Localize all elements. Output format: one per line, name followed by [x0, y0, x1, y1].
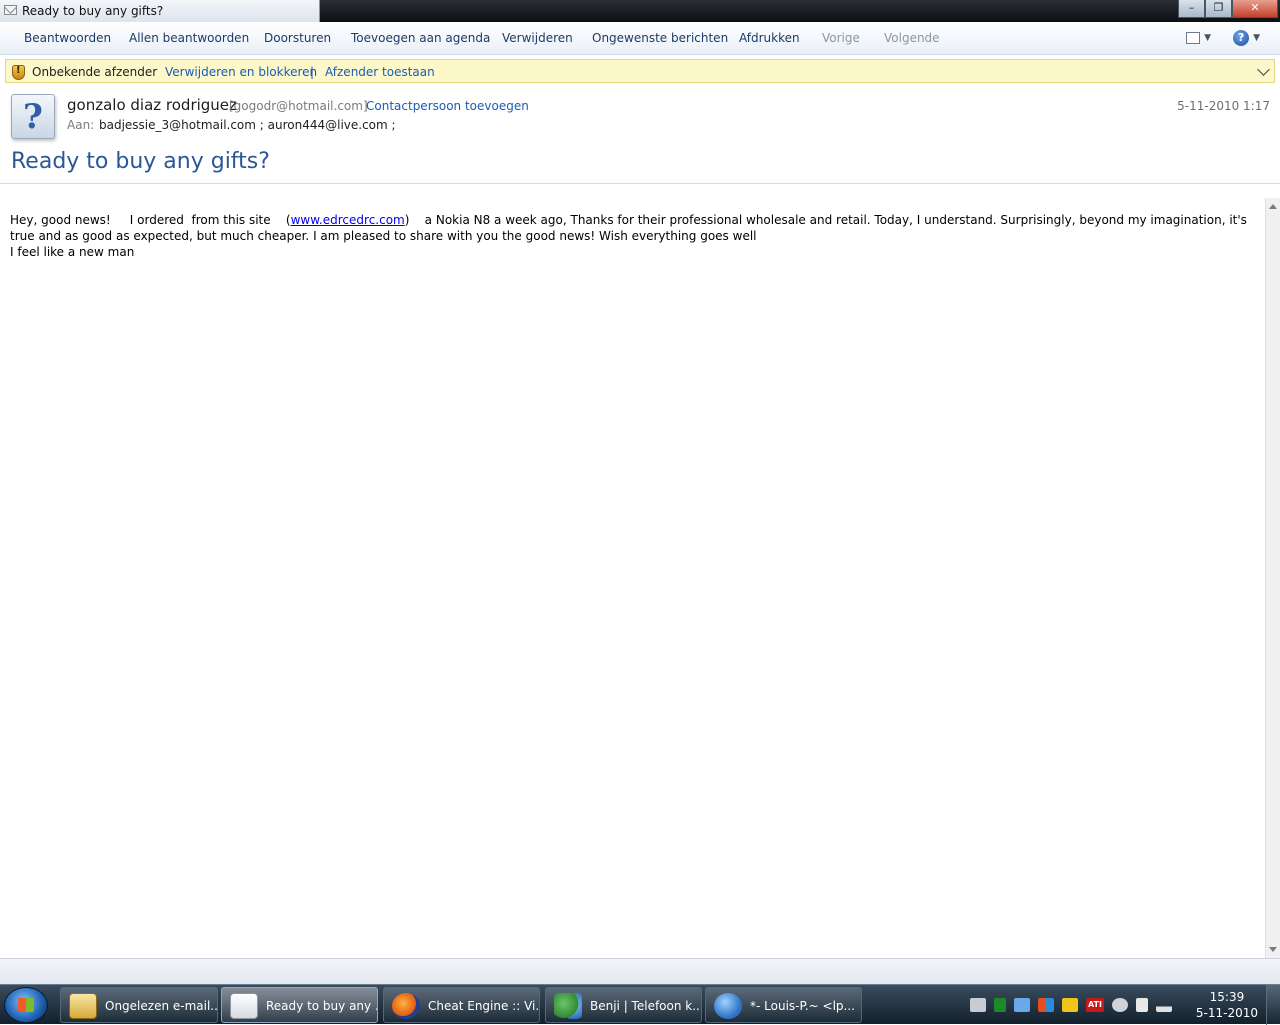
forward-button[interactable]: Doorsturen	[264, 31, 331, 45]
contacts-icon	[554, 993, 582, 1019]
clock-time: 15:39	[1209, 990, 1245, 1004]
message-date: 5-11-2010 1:17	[1177, 99, 1270, 113]
next-button[interactable]: Volgende	[884, 31, 940, 45]
network-adapter-icon[interactable]	[1014, 998, 1030, 1012]
show-desktop-button[interactable]	[1266, 985, 1280, 1025]
taskbar-item-label: Ready to buy any ...	[266, 999, 378, 1013]
taskbar: Ongelezen e-mail... Ready to buy any ...…	[0, 984, 1280, 1025]
messenger-icon	[714, 993, 742, 1019]
allow-sender-link[interactable]: Afzender toestaan	[325, 65, 435, 79]
scroll-up-icon[interactable]	[1269, 204, 1277, 209]
add-to-calendar-button[interactable]: Toevoegen aan agenda	[351, 31, 490, 45]
signal-strength-icon[interactable]	[1156, 998, 1172, 1012]
avatar: ?	[11, 94, 55, 139]
shield-warning-icon	[12, 65, 25, 80]
envelope-icon	[4, 5, 17, 15]
view-icon	[1186, 32, 1201, 44]
message-subject: Ready to buy any gifts?	[11, 149, 270, 174]
start-button[interactable]	[4, 987, 48, 1023]
windows-live-icon[interactable]	[1038, 998, 1054, 1012]
previous-button[interactable]: Vorige	[822, 31, 860, 45]
keyboard-icon[interactable]	[970, 998, 986, 1012]
window-title-area: Ready to buy any gifts?	[0, 0, 320, 22]
system-clock[interactable]: 15:39 5-11-2010	[1196, 989, 1258, 1021]
delete-and-block-link[interactable]: Verwijderen en blokkeren	[165, 65, 317, 79]
recipients[interactable]: badjessie_3@hotmail.com ; auron444@live.…	[99, 118, 396, 132]
reply-all-button[interactable]: Allen beantwoorden	[129, 31, 249, 45]
unknown-contact-icon: ?	[23, 97, 43, 137]
body-paragraph: Hey, good news! I ordered from this site…	[10, 212, 1255, 244]
view-menu-button[interactable]: ▼	[1186, 29, 1211, 47]
body-line2: I feel like a new man	[10, 245, 135, 259]
system-tray: ATI	[970, 989, 1172, 1021]
title-bar: Ready to buy any gifts? – ❐ ✕	[0, 0, 1280, 22]
message-toolbar: Beantwoorden Allen beantwoorden Doorstur…	[0, 22, 1280, 55]
messenger-tray-icon[interactable]	[1062, 998, 1078, 1012]
message-body: Hey, good news! I ordered from this site…	[0, 198, 1265, 958]
taskbar-item-firefox[interactable]: Cheat Engine :: Vi...	[383, 987, 540, 1023]
maximize-button[interactable]: ❐	[1205, 0, 1232, 18]
to-label: Aan:	[67, 118, 95, 132]
vertical-scrollbar[interactable]	[1265, 198, 1280, 958]
help-menu-button[interactable]: ? ▼	[1233, 29, 1260, 47]
help-icon: ?	[1233, 30, 1250, 46]
toolbar-right-icons: ▼ ? ▼	[1186, 29, 1260, 47]
taskbar-item-label: Ongelezen e-mail...	[105, 999, 218, 1013]
sender-email: [gogodr@hotmail.com]	[229, 99, 368, 113]
chevron-down-icon[interactable]	[1257, 63, 1270, 76]
message-header: ? gonzalo diaz rodriguez [gogodr@hotmail…	[0, 86, 1280, 184]
delete-button[interactable]: Verwijderen	[502, 31, 573, 45]
scroll-down-icon[interactable]	[1269, 947, 1277, 952]
window-title: Ready to buy any gifts?	[22, 4, 164, 18]
taskbar-item-label: Benji | Telefoon k...	[590, 999, 702, 1013]
print-button[interactable]: Afdrukken	[739, 31, 800, 45]
junk-button[interactable]: Ongewenste berichten	[592, 31, 728, 45]
infobar-label: Onbekende afzender	[32, 65, 158, 79]
chevron-down-icon: ▼	[1204, 33, 1212, 43]
close-button[interactable]: ✕	[1232, 0, 1278, 18]
taskbar-item-current-message[interactable]: Ready to buy any ...	[221, 987, 378, 1023]
sender-name[interactable]: gonzalo diaz rodriguez	[67, 96, 237, 114]
taskbar-item-label: Cheat Engine :: Vi...	[428, 999, 540, 1013]
taskbar-item-label: *- Louis-P.~ <lp...	[750, 999, 855, 1013]
reply-button[interactable]: Beantwoorden	[24, 31, 111, 45]
add-contact-link[interactable]: Contactpersoon toevoegen	[366, 99, 529, 113]
clock-date: 5-11-2010	[1195, 1006, 1258, 1020]
taskbar-item-messenger[interactable]: *- Louis-P.~ <lp...	[705, 987, 862, 1023]
volume-icon[interactable]	[1112, 998, 1128, 1012]
action-center-flag-icon[interactable]	[1136, 998, 1148, 1012]
infobar-separator: |	[310, 65, 315, 79]
status-bar	[0, 958, 1280, 984]
firefox-icon	[392, 993, 420, 1019]
window-controls: – ❐ ✕	[1178, 0, 1278, 18]
ati-icon[interactable]: ATI	[1086, 998, 1104, 1012]
body-text-part1: Hey, good news! I ordered from this site…	[10, 213, 291, 227]
taskbar-item-contacts[interactable]: Benji | Telefoon k...	[545, 987, 702, 1023]
chevron-down-icon: ▼	[1253, 33, 1260, 43]
mail-folder-icon	[69, 993, 97, 1019]
taskbar-item-unread-mail[interactable]: Ongelezen e-mail...	[60, 987, 218, 1023]
body-link[interactable]: www.edrcedrc.com	[291, 213, 405, 227]
unknown-sender-infobar: Onbekende afzender Verwijderen en blokke…	[5, 59, 1275, 83]
minimize-button[interactable]: –	[1178, 0, 1205, 18]
battery-icon[interactable]	[994, 998, 1006, 1012]
envelope-icon	[230, 993, 258, 1019]
